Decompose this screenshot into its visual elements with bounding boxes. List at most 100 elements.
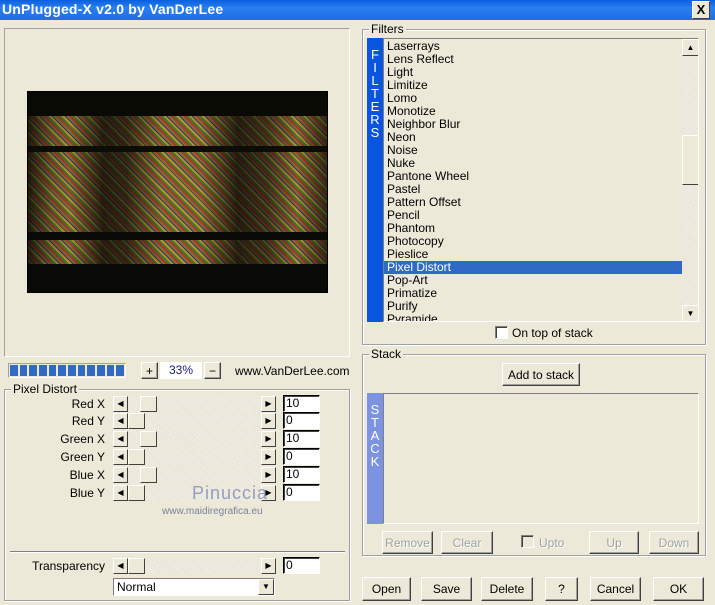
filter-item[interactable]: Neon: [384, 131, 682, 144]
slider-thumb[interactable]: [128, 449, 145, 465]
arrow-left-icon[interactable]: ◀: [113, 413, 128, 429]
filter-item[interactable]: Pixel Distort: [384, 261, 682, 274]
slider-label: Blue X: [69, 468, 105, 482]
scroll-down-icon[interactable]: ▼: [682, 305, 698, 321]
chevron-down-icon[interactable]: ▼: [258, 579, 274, 595]
remove-button[interactable]: Remove: [382, 531, 433, 554]
filter-list-scrollbar[interactable]: ▲ ▼: [682, 39, 698, 321]
slider-thumb[interactable]: [128, 485, 145, 501]
progress-block: [10, 365, 18, 376]
help-button[interactable]: ?: [545, 577, 578, 601]
arrow-right-icon[interactable]: ▶: [261, 558, 276, 574]
on-top-of-stack-checkbox[interactable]: [495, 326, 508, 339]
slider-thumb[interactable]: [140, 396, 157, 412]
slider-value-input[interactable]: 0: [283, 448, 320, 465]
cancel-button[interactable]: Cancel: [590, 577, 641, 601]
down-button[interactable]: Down: [649, 531, 699, 554]
slider[interactable]: ◀ ▶: [113, 413, 276, 429]
slider-thumb[interactable]: [140, 467, 157, 483]
slider-label: Red X: [71, 397, 105, 411]
add-to-stack-button[interactable]: Add to stack: [502, 363, 580, 386]
up-button[interactable]: Up: [589, 531, 639, 554]
filter-item[interactable]: Primatize: [384, 287, 682, 300]
stack-bar: STACK: [367, 393, 383, 524]
filter-item[interactable]: Noise: [384, 144, 682, 157]
ok-button[interactable]: OK: [653, 577, 704, 601]
slider-thumb[interactable]: [128, 558, 145, 574]
bar-letter: S: [370, 125, 380, 140]
slider-value-input[interactable]: 10: [283, 395, 320, 412]
watermark-name: Pinuccia: [192, 483, 269, 503]
group-label: Pixel Distort: [11, 382, 80, 396]
filter-item[interactable]: Lens Reflect: [384, 53, 682, 66]
slider-value-input[interactable]: 10: [283, 430, 320, 447]
slider[interactable]: ◀ ▶: [113, 431, 276, 447]
arrow-left-icon[interactable]: ◀: [113, 467, 128, 483]
progress-block: [68, 365, 76, 376]
arrow-left-icon[interactable]: ◀: [113, 431, 128, 447]
filter-item[interactable]: Neighbor Blur: [384, 118, 682, 131]
arrow-right-icon[interactable]: ▶: [261, 413, 276, 429]
zoom-in-button[interactable]: +: [141, 362, 158, 379]
delete-button[interactable]: Delete: [481, 577, 533, 601]
progress-block: [106, 365, 115, 376]
zoom-out-button[interactable]: −: [204, 362, 221, 379]
slider[interactable]: ◀ ▶: [113, 396, 276, 412]
filter-item[interactable]: Pattern Offset: [384, 196, 682, 209]
arrow-right-icon[interactable]: ▶: [261, 431, 276, 447]
slider-value-input[interactable]: 0: [283, 484, 320, 501]
stack-list[interactable]: [383, 393, 699, 524]
save-button[interactable]: Save: [421, 577, 472, 601]
progress-block: [97, 365, 105, 376]
progress-block: [48, 365, 57, 376]
zoom-level: 33%: [160, 362, 202, 379]
slider[interactable]: ◀ ▶: [113, 467, 276, 483]
filter-item[interactable]: Pantone Wheel: [384, 170, 682, 183]
slider-value-input[interactable]: 0: [283, 412, 320, 429]
filter-item[interactable]: Limitize: [384, 79, 682, 92]
arrow-right-icon[interactable]: ▶: [261, 449, 276, 465]
website-link[interactable]: www.VanDerLee.com: [235, 364, 350, 378]
group-label: Filters: [369, 22, 406, 36]
slider-thumb[interactable]: [128, 413, 145, 429]
close-button[interactable]: X: [692, 1, 710, 19]
slider[interactable]: ◀ ▶: [113, 558, 276, 574]
divider: [10, 551, 345, 553]
bar-letter: K: [370, 454, 380, 469]
slider-value-input[interactable]: 0: [283, 557, 320, 574]
progress-block: [19, 365, 28, 376]
upto-checkbox[interactable]: [521, 535, 534, 548]
filter-item[interactable]: Pyramide: [384, 313, 682, 322]
arrow-right-icon[interactable]: ▶: [261, 467, 276, 483]
slider[interactable]: ◀ ▶: [113, 449, 276, 465]
progress-block: [58, 365, 67, 376]
window-title: UnPlugged-X v2.0 by VanDerLee: [2, 1, 224, 17]
arrow-left-icon[interactable]: ◀: [113, 558, 128, 574]
arrow-right-icon[interactable]: ▶: [261, 396, 276, 412]
slider-label: Red Y: [71, 414, 105, 428]
slider-label: Blue Y: [69, 486, 105, 500]
progress-block: [116, 365, 125, 376]
scroll-thumb[interactable]: [682, 135, 698, 185]
slider-label: Green Y: [60, 450, 105, 464]
filter-item[interactable]: Light: [384, 66, 682, 79]
slider-value-input[interactable]: 10: [283, 466, 320, 483]
slider-label: Transparency: [32, 559, 105, 573]
arrow-left-icon[interactable]: ◀: [113, 396, 128, 412]
watermark-url: www.maidiregrafica.eu: [162, 506, 263, 517]
open-button[interactable]: Open: [362, 577, 411, 601]
filter-list[interactable]: Laserrays Lens Reflect Light Limitize Lomo Mo…: [383, 38, 699, 322]
on-top-of-stack-label: On top of stack: [512, 326, 593, 340]
arrow-left-icon[interactable]: ◀: [113, 449, 128, 465]
slider-label: Green X: [60, 432, 105, 446]
filters-bar: FILTERS: [367, 38, 383, 322]
arrow-left-icon[interactable]: ◀: [113, 485, 128, 501]
clear-button[interactable]: Clear: [441, 531, 493, 554]
blend-mode-select[interactable]: Normal ▼: [113, 578, 275, 596]
blend-mode-value: Normal: [117, 580, 156, 594]
filter-item[interactable]: Photocopy: [384, 235, 682, 248]
slider-thumb[interactable]: [140, 431, 157, 447]
preview-image[interactable]: [27, 91, 328, 293]
scroll-up-icon[interactable]: ▲: [682, 39, 698, 56]
progress-block: [77, 365, 86, 376]
